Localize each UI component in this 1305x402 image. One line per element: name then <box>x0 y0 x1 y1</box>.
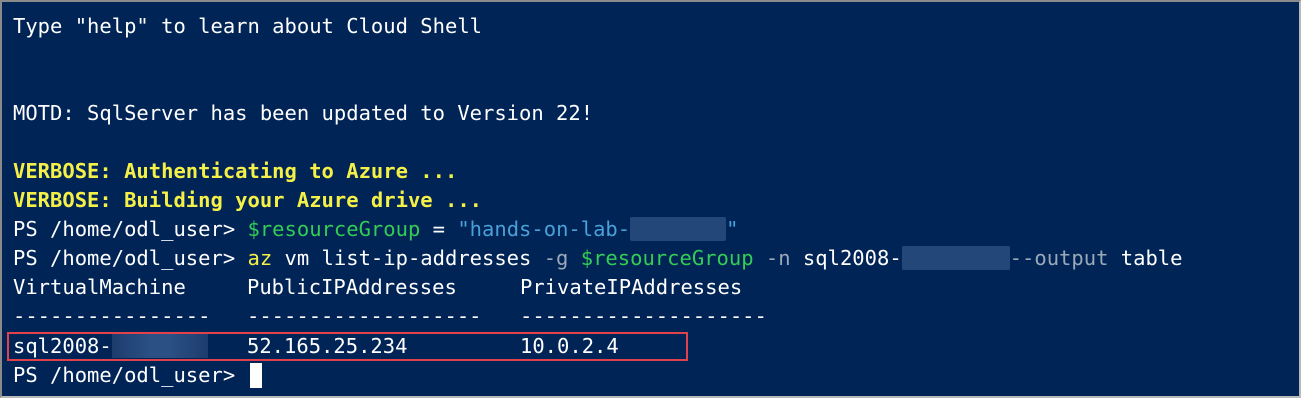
prompt: PS /home/odl_user> <box>13 363 248 387</box>
az-command: az <box>247 246 273 270</box>
flag-g: -g <box>531 246 581 270</box>
resource-group-string-start: "hands-on-lab- <box>457 217 631 241</box>
separator-virtual-machine: ---------------- <box>13 304 211 328</box>
flag-n: -n <box>753 246 803 270</box>
resource-group-variable: $resourceGroup <box>580 246 754 270</box>
redacted-vm-suffix <box>901 246 1010 270</box>
output-format: table <box>1108 246 1183 270</box>
prompt: PS /home/odl_user> <box>13 217 248 241</box>
flag-output: --output <box>1009 246 1109 270</box>
resource-group-string-end: " <box>726 217 739 241</box>
header-public-ip: PublicIPAddresses <box>247 275 457 299</box>
az-subcommand: vm list-ip-addresses <box>272 246 532 270</box>
cloud-shell-terminal[interactable]: Type "help" to learn about Cloud Shell M… <box>0 0 1301 398</box>
motd-message: MOTD: SqlServer has been updated to Vers… <box>13 101 594 125</box>
command-line-set-resource-group: PS /home/odl_user> $resourceGroup = "han… <box>13 215 738 244</box>
text-cursor[interactable] <box>249 363 262 388</box>
separator-private-ip: -------------------- <box>520 304 767 328</box>
resource-group-variable: $resourceGroup <box>247 217 421 241</box>
active-prompt-line[interactable]: PS /home/odl_user> <box>13 361 262 390</box>
help-message: Type "help" to learn about Cloud Shell <box>13 14 482 38</box>
header-private-ip: PrivateIPAddresses <box>520 275 743 299</box>
header-virtual-machine: VirtualMachine <box>13 275 186 299</box>
verbose-building-drive: VERBOSE: Building your Azure drive ... <box>13 188 482 212</box>
verbose-authenticating: VERBOSE: Authenticating to Azure ... <box>13 159 458 183</box>
redacted-suffix <box>630 217 727 241</box>
command-line-list-ip-addresses: PS /home/odl_user> az vm list-ip-address… <box>13 244 1182 273</box>
separator-public-ip: ------------------- <box>247 304 482 328</box>
vm-name-prefix: sql2008- <box>802 246 902 270</box>
assign-operator: = <box>420 217 458 241</box>
result-row-highlight <box>7 332 688 361</box>
prompt: PS /home/odl_user> <box>13 246 248 270</box>
